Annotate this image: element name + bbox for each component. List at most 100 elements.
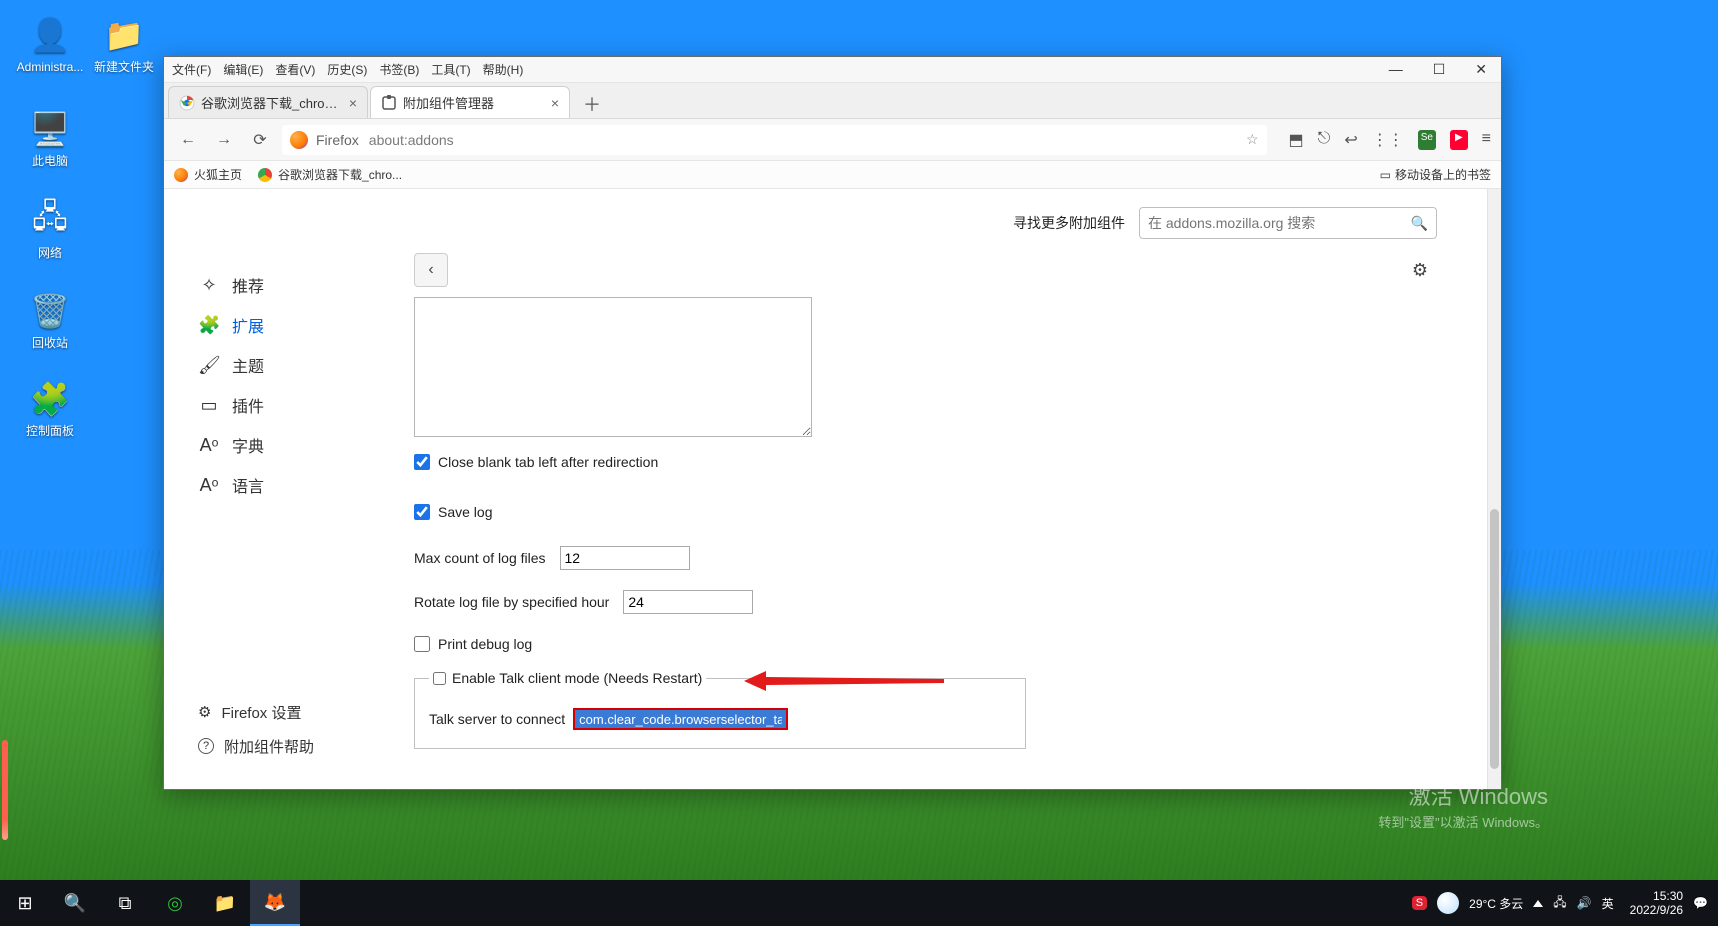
taskbar-app-wechat[interactable]: ◎	[150, 880, 200, 926]
task-view-button[interactable]: ⧉	[100, 880, 150, 926]
desktop-icon-label: 此电脑	[15, 154, 85, 168]
search-icon: 🔍	[1411, 215, 1428, 232]
menu-view[interactable]: 查看(V)	[275, 61, 315, 78]
bookmark-chrome-download[interactable]: 谷歌浏览器下载_chro...	[258, 166, 402, 183]
system-tray: S 29°C 多云 🖧 🔊 英 15:30 2022/9/26 💬	[1412, 889, 1718, 917]
enable-talk-client-checkbox[interactable]	[433, 672, 446, 685]
max-log-files-input[interactable]	[560, 546, 690, 570]
rotate-log-hour-label: Rotate log file by specified hour	[414, 594, 609, 610]
addons-favicon-icon	[381, 95, 397, 111]
volume-tray-icon[interactable]: 🔊	[1577, 896, 1592, 910]
taskbar-clock[interactable]: 15:30 2022/9/26	[1630, 889, 1683, 917]
print-debug-log-checkbox[interactable]	[414, 636, 430, 652]
administrator-icon[interactable]: 👤Administra...	[15, 14, 85, 74]
tab-addons-manager[interactable]: 附加组件管理器 ×	[370, 86, 570, 118]
new-folder-icon[interactable]: 📁新建文件夹	[89, 14, 159, 74]
watermark-line1: 激活 Windows	[1378, 784, 1548, 810]
save-log-label: Save log	[438, 504, 492, 520]
desktop-icon-label: 控制面板	[15, 424, 85, 438]
talk-server-input[interactable]	[573, 708, 788, 730]
mobile-bookmarks-link[interactable]: ▭ 移动设备上的书签	[1380, 166, 1491, 183]
menu-tools[interactable]: 工具(T)	[431, 61, 470, 78]
sidebar-item-dictionaries[interactable]: Aᵒ 字典	[190, 425, 398, 465]
sidebar-item-label: 字典	[232, 433, 264, 457]
reload-button[interactable]: ⟳	[246, 126, 274, 154]
tray-chevron-up-icon[interactable]	[1533, 900, 1543, 907]
window-close-button[interactable]: ✕	[1469, 61, 1493, 78]
firefox-window: 文件(F) 编辑(E) 查看(V) 历史(S) 书签(B) 工具(T) 帮助(H…	[163, 56, 1502, 790]
addons-help-link[interactable]: ? 附加组件帮助	[190, 729, 398, 763]
recycle-bin-icon-glyph: 🗑️	[29, 290, 71, 332]
rules-textarea[interactable]	[414, 297, 812, 437]
side-action-label: 附加组件帮助	[224, 736, 314, 757]
pocket-icon[interactable]: ⬒	[1289, 130, 1304, 150]
sidebar-item-plugins[interactable]: ▭ 插件	[190, 385, 398, 425]
scrollbar-thumb[interactable]	[1490, 509, 1499, 769]
firefox-bookmark-icon	[174, 168, 188, 182]
back-button[interactable]: ←	[174, 126, 202, 154]
youtube-icon[interactable]: ▶	[1450, 130, 1468, 150]
sidebar-item-extensions[interactable]: 🧩 扩展	[190, 305, 398, 345]
se-badge-icon[interactable]: Se	[1418, 130, 1436, 150]
sidebar-item-languages[interactable]: Aᵒ 语言	[190, 465, 398, 505]
network-icon-glyph: 🖧	[29, 200, 71, 242]
control-panel-icon[interactable]: 🧩 控制面板	[15, 378, 85, 438]
sidebar-item-label: 扩展	[232, 313, 264, 337]
activate-windows-watermark: 激活 Windows 转到"设置"以激活 Windows。	[1378, 784, 1548, 836]
tab-close-icon[interactable]: ×	[349, 95, 357, 111]
rotate-log-hour-input[interactable]	[623, 590, 753, 614]
network-icon[interactable]: 🖧网络	[15, 200, 85, 260]
dictionary-icon: Aᵒ	[198, 435, 220, 456]
sogou-ime-icon[interactable]: S	[1412, 896, 1427, 910]
address-bar[interactable]: Firefox about:addons ☆	[282, 125, 1267, 155]
sidebar-item-recommend[interactable]: ✧ 推荐	[190, 265, 398, 305]
tab-close-icon[interactable]: ×	[551, 95, 559, 111]
window-minimize-button[interactable]: —	[1383, 61, 1409, 78]
extension-gear-button[interactable]: ⚙	[1403, 253, 1437, 287]
this-pc-icon[interactable]: 🖥️此电脑	[15, 108, 85, 168]
url-text: about:addons	[369, 132, 454, 148]
forward-button[interactable]: →	[210, 126, 238, 154]
undo-close-tab-icon[interactable]: ↩	[1344, 130, 1357, 150]
taskbar-app-explorer[interactable]: 📁	[200, 880, 250, 926]
chrome-bookmark-icon	[258, 168, 272, 182]
apps-grid-icon[interactable]: ⋮⋮	[1372, 130, 1404, 150]
weather-icon[interactable]	[1437, 892, 1459, 914]
firefox-icon: 🦊	[264, 892, 286, 913]
weather-text[interactable]: 29°C 多云	[1469, 895, 1523, 912]
addons-sidebar: ✧ 推荐 🧩 扩展 🖌 主题 ▭ 插件	[164, 189, 404, 789]
ime-indicator[interactable]: 英	[1602, 895, 1614, 912]
bookmark-star-icon[interactable]: ☆	[1246, 131, 1259, 148]
firefox-settings-link[interactable]: ⚙ Firefox 设置	[190, 695, 398, 729]
control-panel-icon-glyph: 🧩	[29, 378, 71, 420]
addons-search-box[interactable]: 🔍	[1139, 207, 1437, 239]
menu-file[interactable]: 文件(F)	[172, 61, 211, 78]
extension-back-button[interactable]: ‹	[414, 253, 448, 287]
page-scrollbar[interactable]	[1487, 189, 1501, 789]
bookmarks-bar: 火狐主页 谷歌浏览器下载_chro... ▭ 移动设备上的书签	[164, 161, 1501, 189]
taskbar-app-firefox[interactable]: 🦊	[250, 880, 300, 926]
save-log-checkbox[interactable]	[414, 504, 430, 520]
start-button[interactable]: ⊞	[0, 880, 50, 926]
notifications-tray-icon[interactable]: 💬	[1693, 896, 1708, 910]
brush-icon: 🖌	[198, 355, 220, 376]
new-folder-icon-glyph: 📁	[103, 14, 145, 56]
recycle-bin-icon[interactable]: 🗑️回收站	[15, 290, 85, 350]
menu-history[interactable]: 历史(S)	[327, 61, 367, 78]
sidebar-item-themes[interactable]: 🖌 主题	[190, 345, 398, 385]
hamburger-menu-icon[interactable]: ≡	[1482, 130, 1491, 150]
watermark-line2: 转到"设置"以激活 Windows。	[1378, 810, 1548, 836]
menu-help[interactable]: 帮助(H)	[483, 61, 524, 78]
menu-edit[interactable]: 编辑(E)	[223, 61, 263, 78]
tab-chrome-download[interactable]: 谷歌浏览器下载_chrome浏览器 ×	[168, 86, 368, 118]
network-tray-icon[interactable]: 🖧	[1553, 893, 1566, 914]
tag-icon[interactable]: ⎋	[1318, 130, 1331, 150]
addons-search-input[interactable]	[1148, 215, 1405, 231]
menu-bookmarks[interactable]: 书签(B)	[379, 61, 419, 78]
bookmark-firefox-home[interactable]: 火狐主页	[174, 166, 242, 183]
new-tab-button[interactable]: ＋	[578, 90, 606, 118]
close-blank-tab-checkbox[interactable]	[414, 454, 430, 470]
tab-label: 附加组件管理器	[403, 93, 545, 112]
window-maximize-button[interactable]: ☐	[1427, 61, 1452, 78]
taskbar-search-button[interactable]: 🔍	[50, 880, 100, 926]
